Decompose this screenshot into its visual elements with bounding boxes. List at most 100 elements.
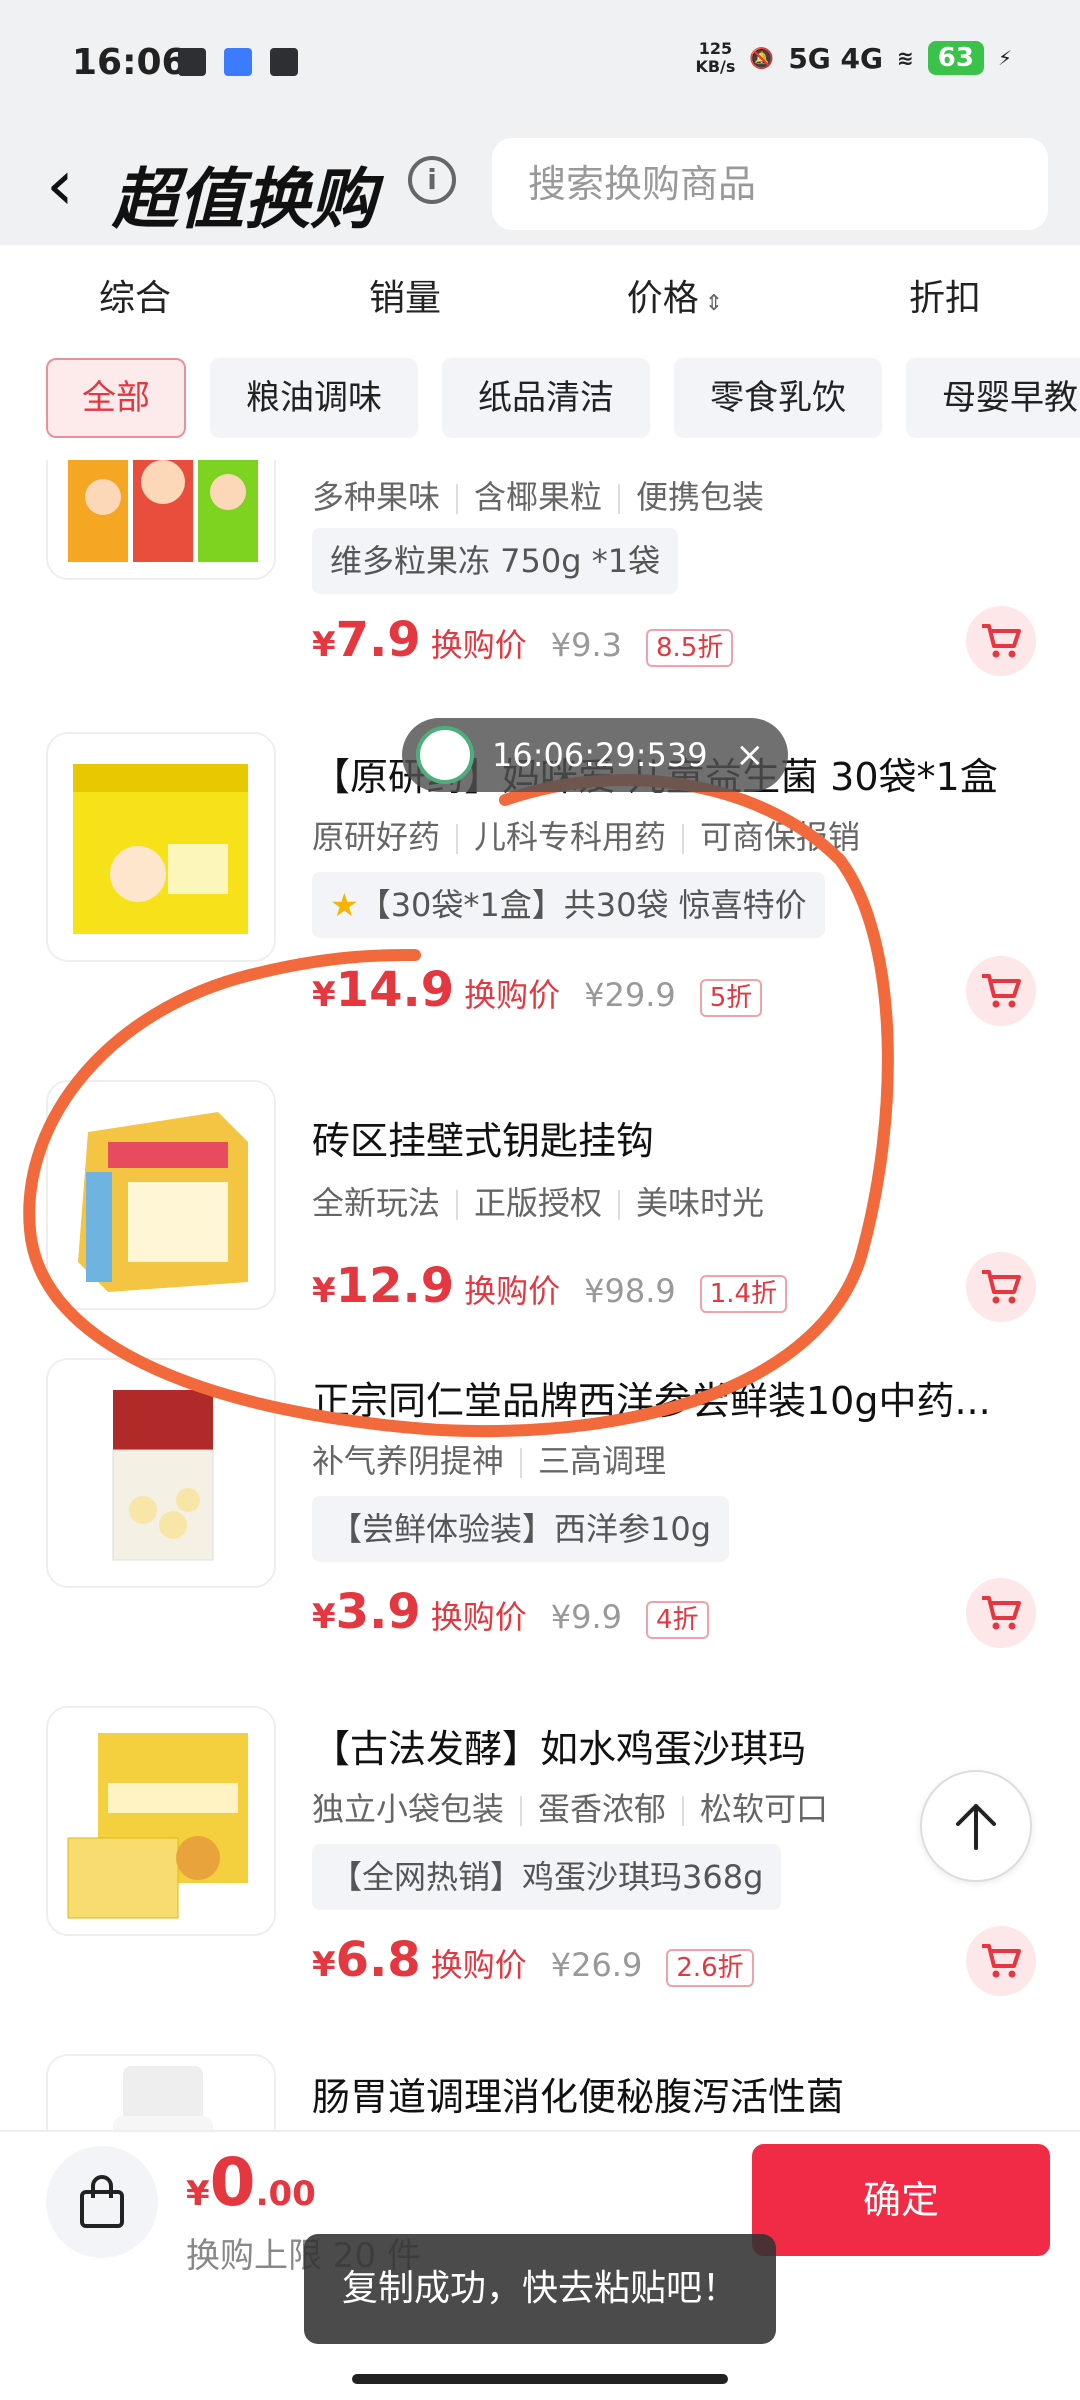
price-line: ¥6.8 换购价 ¥26.9 2.6折	[312, 1932, 754, 1988]
exchange-price-label: 换购价	[464, 976, 561, 1014]
product-list[interactable]: 多种果味 含椰果粒 便携包装 维多粒果冻 750g *1袋 ¥7.9 换购价 ¥9.…	[0, 460, 1080, 2130]
product-tag: 松软可口	[700, 1790, 829, 1828]
product-name: 肠胃道调理消化便秘腹泻活性菌	[312, 2075, 845, 2119]
product-tag: 补气养阴提神	[312, 1442, 505, 1480]
cart-icon	[982, 1596, 1021, 1630]
product-tag: 正版授权	[474, 1184, 603, 1222]
category-chips: 全部 粮油调味 纸品清洁 零食乳饮 母婴早教	[46, 358, 1080, 438]
sort-tab-label: 折扣	[908, 278, 981, 319]
total-price: ¥0.00	[186, 2144, 316, 2221]
notification-app-icon	[224, 48, 252, 76]
product-tag: 可商保报销	[700, 818, 861, 856]
notification-layers-icon	[270, 48, 298, 76]
add-to-cart-button[interactable]	[966, 1578, 1036, 1648]
product-tag: 全新玩法	[312, 1184, 441, 1222]
original-price: ¥98.9	[584, 1272, 676, 1310]
cart-icon	[982, 624, 1021, 658]
original-price: ¥29.9	[584, 976, 676, 1014]
product-thumbnail	[46, 732, 276, 962]
timer-overlay[interactable]: 16:06:29:539 ×	[402, 718, 788, 792]
product-spec: 维多粒果冻 750g *1袋	[312, 528, 679, 594]
confirm-button[interactable]: 确定	[752, 2144, 1050, 2256]
info-icon[interactable]: i	[408, 156, 456, 204]
product-name: 正宗同仁堂品牌西洋参尝鲜装10g中药...	[312, 1379, 991, 1423]
chip-snacks-drinks[interactable]: 零食乳饮	[674, 358, 882, 438]
sort-tabs: 综合 销量 价格 ⇕ 折扣	[0, 245, 1080, 345]
status-time: 16:06	[72, 42, 187, 83]
product-spec: 【全网热销】鸡蛋沙琪玛368g	[312, 1844, 782, 1910]
notification-app-icon	[178, 48, 206, 76]
price-line: ¥14.9 换购价 ¥29.9 5折	[312, 962, 763, 1018]
network-speed: 125 KB/s	[695, 40, 735, 76]
search-input[interactable]: 搜索换购商品	[492, 138, 1048, 230]
cart-icon	[982, 1270, 1021, 1304]
status-bar: 16:06 125 KB/s 🔕 5G 4G ≋ 63 ⚡	[0, 0, 1080, 130]
discount-badge: 5折	[699, 979, 763, 1017]
mute-icon: 🔕	[749, 46, 775, 70]
cart-icon	[982, 1944, 1021, 1978]
sort-tab-comprehensive[interactable]: 综合	[0, 269, 270, 321]
product-spec: ★【30袋*1盒】共30袋 惊喜特价	[312, 872, 825, 938]
discount-badge: 1.4折	[699, 1275, 788, 1313]
add-to-cart-button[interactable]	[966, 1926, 1036, 1996]
chip-grain-oil[interactable]: 粮油调味	[210, 358, 418, 438]
sort-tab-price[interactable]: 价格 ⇕	[540, 269, 810, 321]
top-header: ‹ 超值换购 i 搜索换购商品	[0, 130, 1080, 245]
chip-all[interactable]: 全部	[46, 358, 186, 438]
add-to-cart-button[interactable]	[966, 956, 1036, 1026]
close-icon[interactable]: ×	[736, 718, 765, 792]
exchange-price: ¥6.8	[312, 1932, 421, 1988]
product-spec: 【尝鲜体验装】西洋参10g	[312, 1496, 730, 1562]
screen: 16:06 125 KB/s 🔕 5G 4G ≋ 63 ⚡ ‹ 超值换购 i 搜…	[0, 0, 1080, 2400]
product-thumbnail	[46, 2054, 276, 2130]
product-name: 【古法发酵】如水鸡蛋沙琪玛	[312, 1727, 807, 1771]
price-line: ¥3.9 换购价 ¥9.9 4折	[312, 1584, 709, 1640]
arrow-up-icon	[956, 1804, 996, 1850]
exchange-price: ¥12.9	[312, 1258, 455, 1314]
discount-badge: 8.5折	[645, 629, 734, 667]
sort-arrows-icon: ⇕	[704, 291, 724, 316]
status-app-icons	[178, 48, 298, 76]
product-thumbnail	[46, 1080, 276, 1310]
back-icon[interactable]: ‹	[46, 150, 74, 220]
chip-paper-clean[interactable]: 纸品清洁	[442, 358, 650, 438]
product-tag: 原研好药	[312, 818, 441, 856]
network-speed-unit: KB/s	[695, 57, 736, 76]
discount-badge: 2.6折	[666, 1949, 754, 1987]
signal-icon: 5G 4G	[788, 41, 883, 75]
toast-message: 复制成功，快去粘贴吧！	[304, 2234, 776, 2344]
page-title: 超值换购	[112, 161, 376, 238]
product-item[interactable]: 正宗同仁堂品牌西洋参尝鲜装10g中药... 补气养阴提神 三高调理 【尝鲜体验装】…	[0, 1358, 1080, 1698]
home-indicator[interactable]	[352, 2374, 728, 2384]
product-thumbnail	[46, 1706, 276, 1936]
product-item[interactable]: 肠胃道调理消化便秘腹泻活性菌	[0, 2054, 1080, 2130]
timer-text: 16:06:29:539	[492, 736, 708, 774]
discount-badge: 4折	[645, 1601, 709, 1639]
product-tag: 多种果味	[312, 478, 441, 516]
product-item[interactable]: 多种果味 含椰果粒 便携包装 维多粒果冻 750g *1袋 ¥7.9 换购价 ¥9.…	[0, 460, 1080, 690]
add-to-cart-button[interactable]	[966, 606, 1036, 676]
exchange-price: ¥3.9	[312, 1584, 421, 1640]
charging-icon: ⚡	[997, 46, 1012, 70]
exchange-price-label: 换购价	[430, 1598, 527, 1636]
sort-tab-discount[interactable]: 折扣	[810, 269, 1080, 321]
product-thumbnail	[46, 460, 276, 580]
chip-baby[interactable]: 母婴早教	[906, 358, 1080, 438]
sort-tab-sales[interactable]: 销量	[270, 269, 540, 321]
cart-icon	[982, 974, 1021, 1008]
product-tags: 原研好药 儿科专科用药 可商保报销	[312, 812, 860, 858]
bag-button[interactable]	[46, 2146, 158, 2258]
sort-tab-label: 综合	[98, 278, 171, 319]
product-tags: 多种果味 含椰果粒 便携包装	[312, 472, 764, 518]
scroll-top-button[interactable]	[920, 1770, 1032, 1882]
add-to-cart-button[interactable]	[966, 1252, 1036, 1322]
product-tag: 便携包装	[636, 478, 765, 516]
product-tag: 独立小袋包装	[312, 1790, 505, 1828]
price-line: ¥12.9 换购价 ¥98.9 1.4折	[312, 1258, 788, 1314]
product-tag: 美味时光	[636, 1184, 765, 1222]
original-price: ¥9.3	[550, 626, 622, 664]
network-speed-value: 125	[698, 39, 733, 58]
product-item[interactable]: 砖区挂壁式钥匙挂钩 全新玩法 正版授权 美味时光 ¥12.9 换购价 ¥98.9 1…	[0, 1080, 1080, 1400]
product-tag: 蛋香浓郁	[538, 1790, 667, 1828]
product-item[interactable]: 【古法发酵】如水鸡蛋沙琪玛 独立小袋包装 蛋香浓郁 松软可口 【全网热销】鸡蛋沙琪玛…	[0, 1706, 1080, 2046]
